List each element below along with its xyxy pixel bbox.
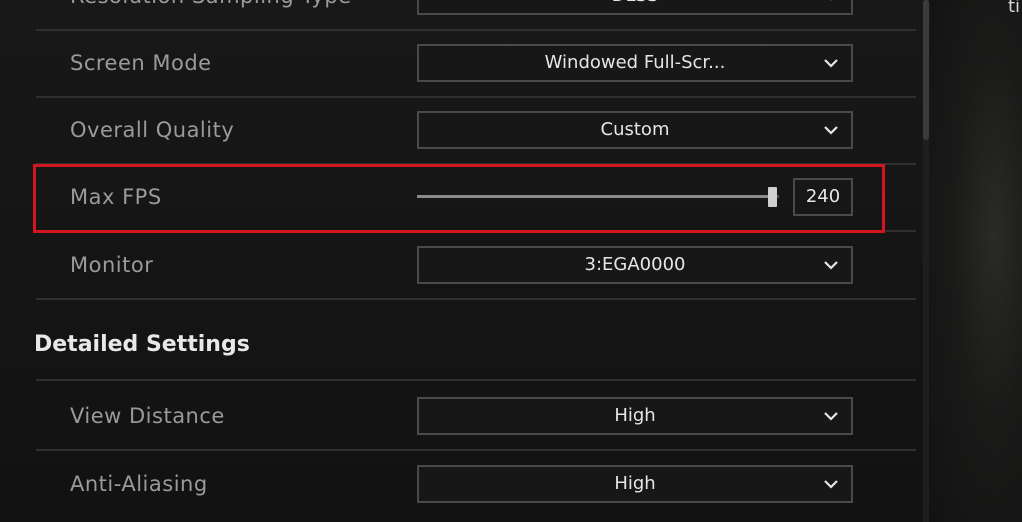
dropdown-value: High bbox=[614, 405, 656, 426]
section-title-detailed-settings: Detailed Settings bbox=[34, 332, 250, 357]
setting-label: Resolution Sampling Type bbox=[70, 0, 352, 8]
scrollbar[interactable] bbox=[923, 0, 929, 522]
chevron-down-icon bbox=[830, 0, 832, 1]
setting-row-anti-aliasing: Anti-Aliasing High bbox=[36, 451, 916, 517]
highlight-box bbox=[33, 164, 885, 233]
setting-row-monitor: Monitor 3:EGA0000 bbox=[36, 232, 916, 300]
dropdown-value: Custom bbox=[600, 119, 670, 140]
setting-label: Overall Quality bbox=[70, 118, 235, 142]
dropdown-value: DLSS bbox=[419, 0, 851, 13]
setting-row-overall-quality: Overall Quality Custom bbox=[36, 97, 916, 165]
setting-row-screen-mode: Screen Mode Windowed Full-Scr... bbox=[36, 30, 916, 98]
setting-label: Monitor bbox=[70, 253, 154, 277]
dropdown-value: 3:EGA0000 bbox=[584, 254, 686, 275]
resolution-sampling-type-dropdown[interactable]: DLSS bbox=[417, 0, 853, 15]
settings-screen: ti Resolution Sampling Type DLSS Screen … bbox=[0, 0, 1022, 522]
setting-label: View Distance bbox=[70, 404, 225, 428]
partial-text: ti bbox=[1008, 0, 1021, 17]
chevron-down-icon bbox=[824, 480, 838, 489]
setting-row-resolution-sampling-type: Resolution Sampling Type DLSS bbox=[36, 0, 916, 31]
view-distance-dropdown[interactable]: High bbox=[417, 397, 853, 435]
chevron-down-icon bbox=[824, 126, 838, 135]
overall-quality-dropdown[interactable]: Custom bbox=[417, 111, 853, 149]
setting-row-view-distance: View Distance High bbox=[36, 383, 916, 451]
chevron-down-icon bbox=[824, 59, 838, 68]
dropdown-value: Windowed Full-Scr... bbox=[544, 52, 726, 73]
dropdown-value: High bbox=[614, 473, 656, 494]
setting-label: Screen Mode bbox=[70, 51, 212, 75]
anti-aliasing-dropdown[interactable]: High bbox=[417, 465, 853, 503]
setting-label: Anti-Aliasing bbox=[70, 472, 208, 496]
section-divider bbox=[36, 379, 916, 381]
scrollbar-thumb[interactable] bbox=[923, 0, 929, 140]
monitor-dropdown[interactable]: 3:EGA0000 bbox=[417, 246, 853, 284]
screen-mode-dropdown[interactable]: Windowed Full-Scr... bbox=[417, 44, 853, 82]
chevron-down-icon bbox=[824, 412, 838, 421]
chevron-down-icon bbox=[824, 261, 838, 270]
background-scene bbox=[930, 0, 1022, 522]
